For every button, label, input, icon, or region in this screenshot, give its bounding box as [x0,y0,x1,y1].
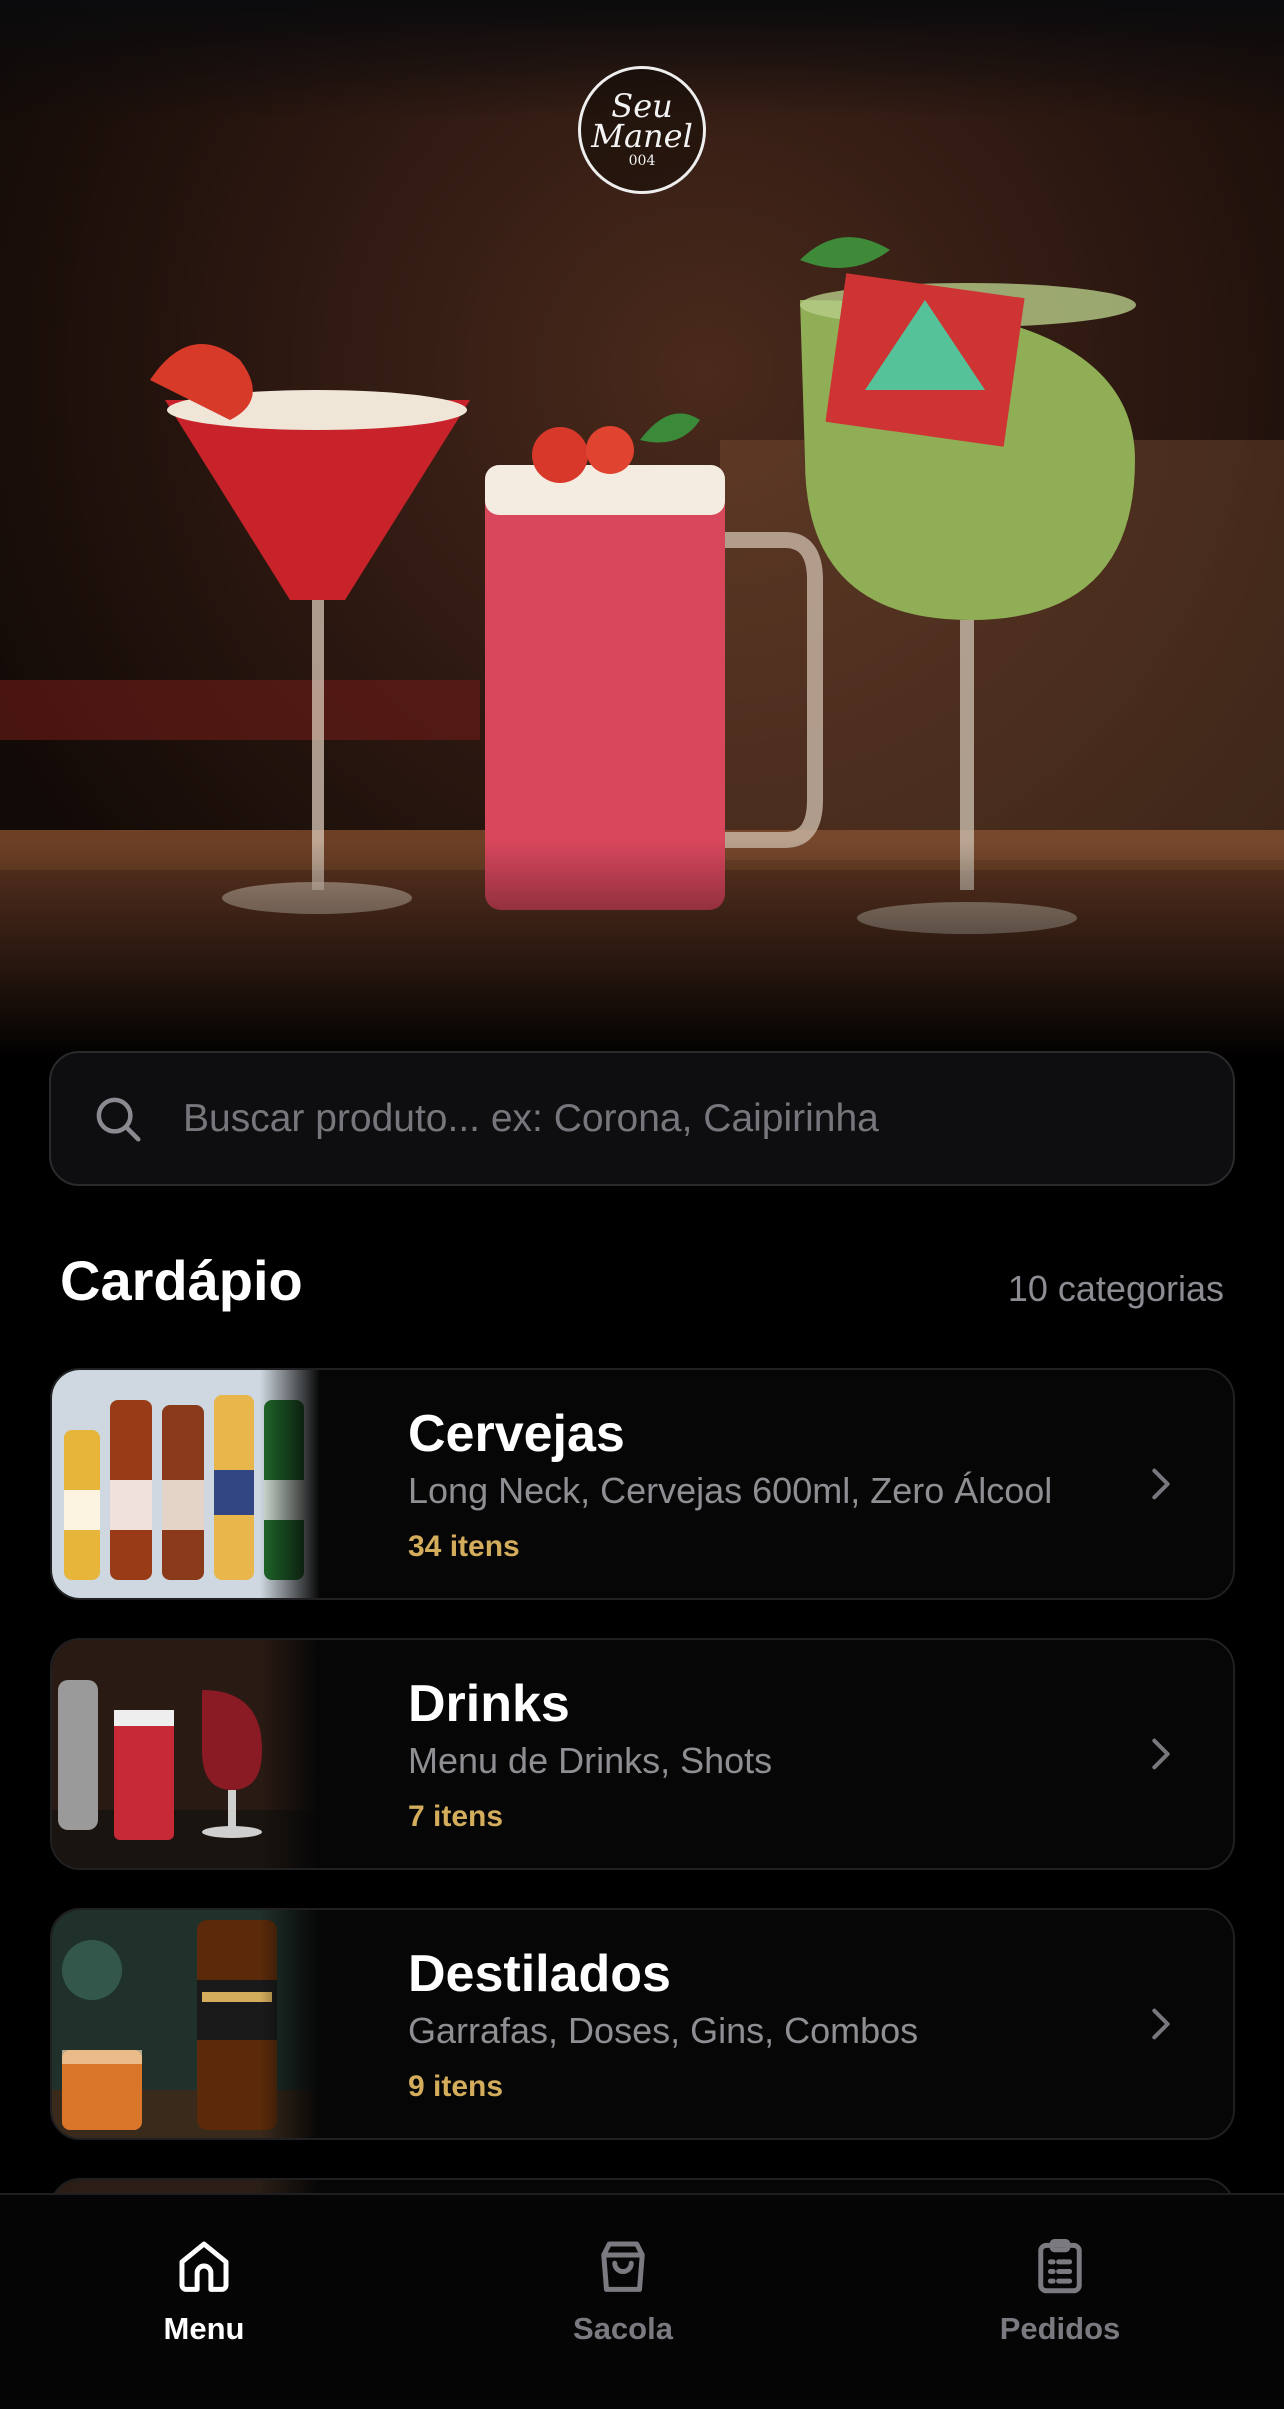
category-desc: Long Neck, Cervejas 600ml, Zero Álcool [408,1470,1053,1511]
category-image-destilados [52,1910,320,2138]
nav-sacola-label: Sacola [573,2311,673,2346]
category-image-cervejas [52,1370,320,1598]
clipboard-list-icon [1038,2239,1082,2294]
nav-pedidos-label: Pedidos [999,2311,1121,2346]
menu-title: Cardápio [60,1249,303,1312]
logo-line-2: Manel [591,117,693,155]
category-item-count: 34 itens [408,1530,520,1563]
category-image-drinks [52,1640,320,1868]
category-desc: Garrafas, Doses, Gins, Combos [408,2010,919,2051]
category-card-destilados[interactable]: Destilados Garrafas, Doses, Gins, Combos… [50,1908,1235,2140]
category-info: Cervejas Long Neck, Cervejas 600ml, Zero… [320,1404,1141,1564]
search-bar[interactable] [49,1051,1235,1186]
chevron-right-icon [1152,1738,1170,1770]
hero-banner: Seu Manel 004 [0,0,1284,1060]
category-info: Destilados Garrafas, Doses, Gins, Combos… [320,1944,1141,2104]
category-desc: Menu de Drinks, Shots [408,1740,773,1781]
category-count: 10 categorias [1007,1268,1224,1309]
category-name: Destilados [408,1945,671,2003]
chevron-right-icon [1152,1468,1170,1500]
nav-sacola[interactable]: Sacola [513,2233,733,2347]
category-name: Drinks [408,1675,570,1733]
nav-menu-label: Menu [163,2311,245,2346]
shopping-bag-icon [601,2241,645,2292]
restaurant-logo: Seu Manel 004 [578,66,706,194]
category-item-count: 7 itens [408,1800,504,1833]
nav-menu[interactable]: Menu [94,2233,314,2347]
home-icon [179,2241,229,2292]
category-info: Drinks Menu de Drinks, Shots 7 itens [320,1674,1141,1834]
logo-line-3: 004 [628,153,656,169]
category-card-drinks[interactable]: Drinks Menu de Drinks, Shots 7 itens [50,1638,1235,1870]
category-card-cervejas[interactable]: Cervejas Long Neck, Cervejas 600ml, Zero… [50,1368,1235,1600]
category-name: Cervejas [408,1405,625,1463]
search-icon [96,1097,141,1141]
bottom-navigation: Menu Sacola Pedidos [0,2193,1284,2409]
chevron-right-icon [1152,2008,1170,2040]
category-item-count: 9 itens [408,2070,504,2103]
nav-pedidos[interactable]: Pedidos [950,2233,1170,2347]
search-input[interactable] [183,1096,1233,1141]
